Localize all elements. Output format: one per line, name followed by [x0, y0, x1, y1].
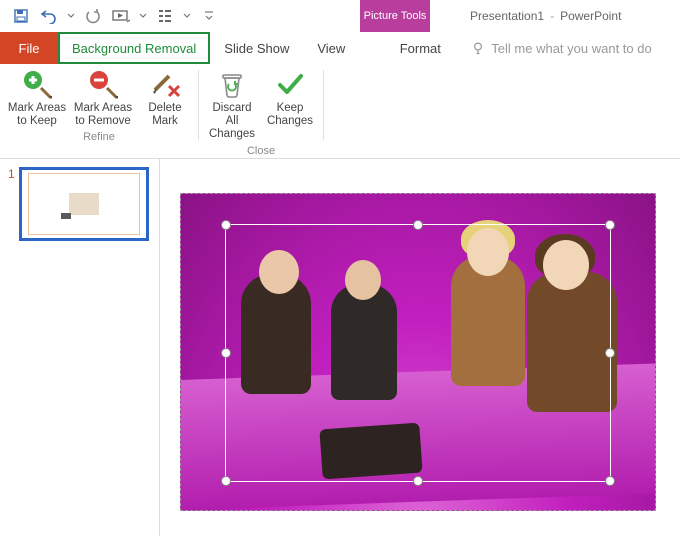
cmd-label: Keep: [277, 102, 304, 114]
title-separator: -: [550, 9, 554, 23]
tell-me-placeholder: Tell me what you want to do: [491, 41, 651, 56]
resize-handle-top-right[interactable]: [605, 220, 615, 230]
cmd-label: Mark: [152, 115, 178, 127]
thumbnail-selected[interactable]: [19, 167, 149, 241]
thumbnail-preview: [28, 173, 140, 235]
resize-handle-top-left[interactable]: [221, 220, 231, 230]
slide-picture-background-removal[interactable]: [180, 193, 656, 511]
section-icon[interactable]: [154, 5, 176, 27]
discard-all-changes-button[interactable]: Discard AllChanges: [205, 68, 259, 142]
mark-areas-to-remove-button[interactable]: Mark Areasto Remove: [72, 68, 134, 128]
group-name-close: Close: [247, 145, 275, 157]
cmd-label: Changes: [267, 115, 313, 127]
check-icon: [274, 68, 306, 100]
tell-me-search[interactable]: Tell me what you want to do: [455, 32, 651, 64]
recycle-bin-icon: [216, 68, 248, 100]
group-separator: [323, 70, 324, 140]
resize-handle-bottom-right[interactable]: [605, 476, 615, 486]
chevron-down-icon[interactable]: [66, 5, 76, 27]
plus-circle-pencil-icon: [21, 68, 53, 100]
presentation-name: Presentation1: [470, 9, 544, 23]
resize-handle-bottom-left[interactable]: [221, 476, 231, 486]
cmd-label: Mark Areas: [74, 102, 132, 114]
mark-areas-to-keep-button[interactable]: Mark Areasto Keep: [6, 68, 68, 128]
cmd-label: Discard All: [213, 102, 252, 127]
tab-slide-show[interactable]: Slide Show: [210, 32, 303, 64]
ribbon: Mark Areasto Keep Mark Areasto Remove De…: [0, 64, 680, 159]
tab-format[interactable]: Format: [385, 32, 455, 64]
picture-tools-contextual-tab: Picture Tools: [360, 0, 430, 32]
minus-circle-pencil-icon: [87, 68, 119, 100]
customize-qat-icon[interactable]: [198, 5, 220, 27]
tab-format-label: Format: [400, 41, 441, 56]
tab-background-removal[interactable]: Background Removal: [58, 32, 210, 64]
chevron-down-icon[interactable]: [138, 5, 148, 27]
tab-background-removal-label: Background Removal: [72, 41, 196, 56]
slide-canvas-area[interactable]: [160, 159, 680, 536]
selection-marquee[interactable]: [225, 224, 611, 482]
chevron-down-icon[interactable]: [182, 5, 192, 27]
group-close: Discard AllChanges KeepChanges Close: [199, 64, 323, 158]
quick-access-toolbar: [0, 5, 220, 27]
group-name-refine: Refine: [83, 131, 115, 143]
app-name: PowerPoint: [560, 9, 621, 23]
keep-changes-button[interactable]: KeepChanges: [263, 68, 317, 142]
resize-handle-top-middle[interactable]: [413, 220, 423, 230]
tab-file[interactable]: File: [0, 32, 58, 64]
resize-handle-middle-left[interactable]: [221, 348, 231, 358]
cmd-label: Delete: [148, 102, 181, 114]
resize-handle-bottom-middle[interactable]: [413, 476, 423, 486]
delete-mark-button[interactable]: DeleteMark: [138, 68, 192, 128]
undo-icon[interactable]: [38, 5, 60, 27]
cmd-label: to Remove: [75, 115, 131, 127]
workspace: 1: [0, 159, 680, 536]
tab-view[interactable]: View: [303, 32, 359, 64]
tab-file-label: File: [19, 41, 40, 56]
cmd-label: Changes: [209, 128, 255, 140]
picture-tools-label: Picture Tools: [364, 10, 427, 22]
redo-icon[interactable]: [82, 5, 104, 27]
window-title: Presentation1 - PowerPoint: [470, 9, 621, 23]
pencil-x-icon: [149, 68, 181, 100]
resize-handle-middle-right[interactable]: [605, 348, 615, 358]
start-from-beginning-icon[interactable]: [110, 5, 132, 27]
lightbulb-icon: [471, 41, 485, 55]
tab-view-label: View: [317, 41, 345, 56]
slide-number: 1: [8, 167, 15, 241]
ribbon-tabs: File Background Removal Slide Show View …: [0, 32, 680, 64]
thumbnail-content: [69, 193, 99, 215]
cmd-label: Mark Areas: [8, 102, 66, 114]
group-refine: Mark Areasto Keep Mark Areasto Remove De…: [0, 64, 198, 158]
title-bar: Picture Tools Presentation1 - PowerPoint: [0, 0, 680, 32]
slide-thumbnail-1[interactable]: 1: [8, 167, 151, 241]
tab-slide-show-label: Slide Show: [224, 41, 289, 56]
save-icon[interactable]: [10, 5, 32, 27]
slide-thumbnail-panel[interactable]: 1: [0, 159, 160, 536]
cmd-label: to Keep: [17, 115, 57, 127]
